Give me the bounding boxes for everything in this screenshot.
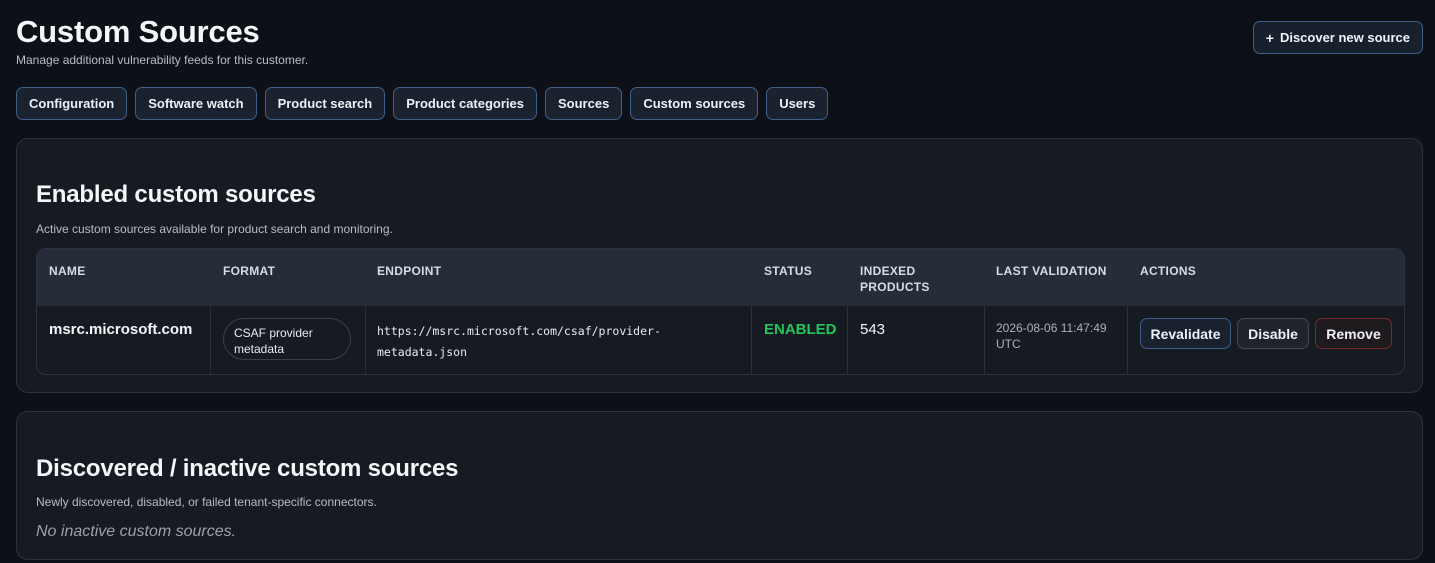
revalidate-button[interactable]: Revalidate bbox=[1140, 318, 1231, 349]
source-name: msrc.microsoft.com bbox=[49, 321, 193, 338]
column-header-actions: Actions bbox=[1140, 264, 1197, 278]
format-badge: CSAF provider metadata bbox=[223, 318, 351, 360]
table-header: Name Format Endpoint Status Indexed prod… bbox=[37, 249, 1404, 306]
page-subtitle: Manage additional vulnerability feeds fo… bbox=[16, 53, 309, 67]
source-endpoint: https://msrc.microsoft.com/csaf/provider… bbox=[377, 324, 661, 359]
enabled-sources-card: Enabled custom sources Active custom sou… bbox=[16, 138, 1423, 393]
tab-sources[interactable]: Sources bbox=[545, 87, 623, 120]
tab-product-search[interactable]: Product search bbox=[264, 87, 386, 120]
column-divider bbox=[984, 306, 985, 374]
status-badge: ENABLED bbox=[764, 321, 837, 338]
column-divider bbox=[210, 306, 211, 374]
inactive-section-description: Newly discovered, disabled, or failed te… bbox=[36, 495, 377, 509]
last-validation-timestamp: 2026-08-06 11:47:49 UTC bbox=[996, 321, 1107, 351]
tab-software-watch[interactable]: Software watch bbox=[135, 87, 257, 120]
enabled-sources-table: Name Format Endpoint Status Indexed prod… bbox=[36, 248, 1405, 375]
column-divider bbox=[365, 306, 366, 374]
column-divider bbox=[1127, 306, 1128, 374]
tab-configuration[interactable]: Configuration bbox=[16, 87, 128, 120]
page-title: Custom Sources bbox=[16, 14, 260, 49]
enabled-section-title: Enabled custom sources bbox=[36, 181, 316, 208]
discover-button-label: Discover new source bbox=[1279, 30, 1410, 45]
column-header-format: Format bbox=[223, 264, 276, 278]
enabled-section-description: Active custom sources available for prod… bbox=[36, 222, 393, 236]
column-header-name: Name bbox=[49, 264, 86, 278]
empty-state-message: No inactive custom sources. bbox=[36, 523, 237, 540]
tab-users[interactable]: Users bbox=[766, 87, 829, 120]
column-header-indexed-products: Indexed products bbox=[860, 264, 930, 294]
disable-button[interactable]: Disable bbox=[1237, 318, 1309, 349]
inactive-section-title: Discovered / inactive custom sources bbox=[36, 455, 459, 482]
discover-new-source-button[interactable]: + Discover new source bbox=[1252, 21, 1423, 54]
tab-product-categories[interactable]: Product categories bbox=[393, 87, 537, 120]
remove-button[interactable]: Remove bbox=[1315, 318, 1392, 349]
tab-custom-sources[interactable]: Custom sources bbox=[630, 87, 759, 120]
indexed-products-count: 543 bbox=[860, 321, 886, 338]
inactive-sources-card: Discovered / inactive custom sources New… bbox=[16, 411, 1423, 560]
column-divider bbox=[847, 306, 848, 374]
plus-icon: + bbox=[1265, 29, 1274, 46]
tab-bar: Configuration Software watch Product sea… bbox=[16, 87, 829, 120]
column-header-last-validation: Last validation bbox=[996, 264, 1107, 278]
column-header-status: Status bbox=[764, 264, 813, 278]
column-divider bbox=[751, 306, 752, 374]
column-header-endpoint: Endpoint bbox=[377, 264, 442, 278]
